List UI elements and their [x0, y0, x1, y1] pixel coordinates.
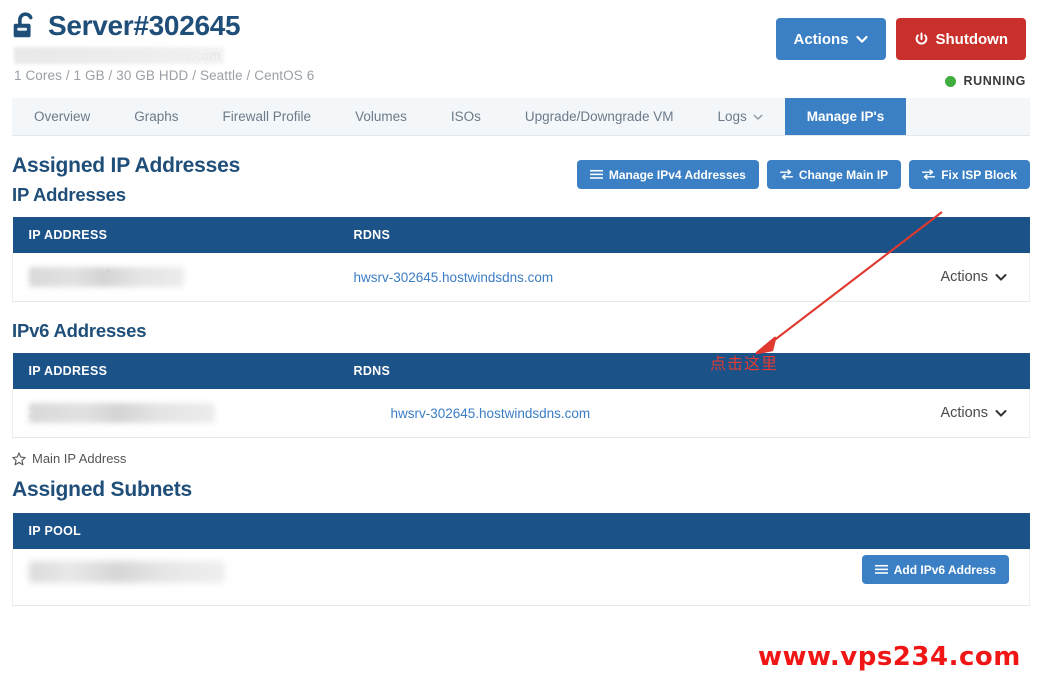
ipv4-table: IP ADDRESS RDNS 169.140.22 hwsrv-302645.… [12, 217, 1030, 302]
ipv6-addresses-subtitle: IPv6 Addresses [12, 320, 147, 341]
ipv4-table-head: IP ADDRESS RDNS [12, 217, 1030, 253]
rdns-link[interactable]: hwsrv-302645.hostwindsdns.com [354, 270, 554, 285]
actions-button[interactable]: Actions [775, 18, 886, 60]
tab-firewall-profile[interactable]: Firewall Profile [201, 98, 334, 135]
ip-address-value: 169.140.22 [29, 267, 338, 287]
cell-actions: Actions [814, 389, 1030, 438]
assigned-ip-header-row: Assigned IP Addresses IP Addresses Manag… [12, 154, 1030, 206]
ip-pool-value: Add IPv6 Address [29, 549, 1013, 605]
tab-manage-ips[interactable]: Manage IP's [784, 98, 907, 135]
row-actions-dropdown[interactable]: Actions [940, 405, 1007, 421]
status-badge: RUNNING [945, 74, 1026, 88]
power-icon [915, 32, 927, 44]
column-header-actions [814, 353, 1030, 389]
cell-rdns: hwsrv-302645.hostwindsdns.com [337, 389, 815, 438]
table-header-row: IP ADDRESS RDNS [12, 217, 1030, 253]
tab-label: Volumes [355, 109, 407, 124]
rdns-link[interactable]: hwsrv-302645.hostwindsdns.com [391, 406, 591, 421]
cell-actions: Actions [814, 253, 1030, 302]
row-actions-dropdown[interactable]: Actions [940, 269, 1007, 285]
column-header-actions [814, 217, 1030, 253]
manage-ipv4-addresses-button[interactable]: Manage IPv4 Addresses [576, 160, 759, 189]
ipv6-table-body: 2a hwsrv-302645.hostwindsdns.com Actions [12, 389, 1030, 438]
ipv6-table-head: IP ADDRESS RDNS [12, 353, 1030, 389]
subnets-table-body: Add IPv6 Address [12, 549, 1030, 606]
column-header-ip-pool: IP POOL [12, 513, 1030, 549]
button-label: Fix ISP Block [941, 167, 1017, 182]
table-row: 2a hwsrv-302645.hostwindsdns.com Actions [12, 389, 1030, 438]
cell-ip-pool: Add IPv6 Address [12, 549, 1030, 606]
assigned-subnets-title: Assigned Subnets [12, 478, 192, 501]
tab-overview[interactable]: Overview [12, 98, 112, 135]
chevron-down-icon [995, 410, 1007, 417]
tab-label: Logs [717, 109, 747, 124]
list-icon [874, 564, 888, 574]
page-title: Server#302645 [48, 10, 241, 41]
tab-upgrade-downgrade-vm[interactable]: Upgrade/Downgrade VM [503, 98, 696, 135]
table-header-row: IP POOL [12, 513, 1030, 549]
ip-pool-redaction [29, 561, 225, 583]
ip-toolbar: Manage IPv4 Addresses Change Main IP Fix… [576, 160, 1030, 189]
subnets-table-head: IP POOL [12, 513, 1030, 549]
table-row: Add IPv6 Address [12, 549, 1030, 606]
header-action-buttons: Actions Shutdown [775, 18, 1026, 60]
tab-label: ISOs [450, 109, 481, 124]
status-dot-icon [945, 75, 957, 87]
star-outline-icon [12, 451, 26, 465]
button-label: Change Main IP [798, 167, 889, 182]
tab-label: Overview [34, 109, 91, 124]
main-content: Assigned IP Addresses IP Addresses Manag… [0, 154, 1042, 606]
page-header: Server#302645 sdns.com 1 Cores / 1 GB / … [0, 0, 1042, 88]
table-row: 169.140.22 hwsrv-302645.hostwindsdns.com… [12, 253, 1030, 302]
column-header-ip-address: IP ADDRESS [12, 217, 338, 253]
shutdown-button[interactable]: Shutdown [895, 18, 1026, 60]
tab-logs[interactable]: Logs [695, 98, 784, 135]
unlock-icon [13, 12, 33, 38]
chevron-down-icon [855, 35, 868, 43]
row-actions-label: Actions [940, 405, 988, 421]
ip-address-redaction [29, 403, 215, 423]
server-specs: 1 Cores / 1 GB / 30 GB HDD / Seattle / C… [14, 68, 315, 83]
tab-isos[interactable]: ISOs [429, 98, 503, 135]
tab-label: Firewall Profile [222, 109, 312, 124]
column-header-rdns: RDNS [337, 217, 815, 253]
watermark: www.vps234.com [758, 642, 1021, 672]
add-ipv6-address-button[interactable]: Add IPv6 Address [861, 555, 1009, 584]
button-label: Manage IPv4 Addresses [608, 167, 746, 182]
cell-rdns: hwsrv-302645.hostwindsdns.com [337, 253, 815, 302]
callout-text: 点击这里 [710, 354, 779, 373]
tab-volumes[interactable]: Volumes [333, 98, 429, 135]
subnets-table: IP POOL Add IPv6 Address [12, 513, 1030, 606]
status-label: RUNNING [963, 74, 1026, 88]
tab-label: Upgrade/Downgrade VM [524, 109, 674, 124]
ip-address-value: 2a [29, 403, 338, 423]
table-header-row: IP ADDRESS RDNS [12, 353, 1030, 389]
legend-label: Main IP Address [32, 451, 127, 466]
change-main-ip-button[interactable]: Change Main IP [766, 160, 902, 189]
page-root: Server#302645 sdns.com 1 Cores / 1 GB / … [0, 0, 1042, 680]
button-label: Add IPv6 Address [893, 562, 996, 577]
chevron-down-icon [753, 114, 763, 120]
ipv4-table-body: 169.140.22 hwsrv-302645.hostwindsdns.com… [12, 253, 1030, 302]
swap-icon [779, 169, 793, 180]
swap-icon [922, 169, 936, 180]
actions-button-label: Actions [793, 30, 849, 48]
tab-label: Graphs [134, 109, 179, 124]
column-header-ip-address: IP ADDRESS [12, 353, 338, 389]
cell-ip-address: 169.140.22 [12, 253, 338, 302]
main-ip-legend: Main IP Address [12, 451, 1030, 466]
tab-bar: Overview Graphs Firewall Profile Volumes… [12, 98, 1030, 136]
ipv6-table: IP ADDRESS RDNS 2a hwsrv-302645.hostwind… [12, 353, 1030, 438]
list-icon [589, 169, 603, 179]
shutdown-button-label: Shutdown [935, 30, 1008, 48]
tab-label: Manage IP's [806, 109, 885, 124]
tab-graphs[interactable]: Graphs [112, 98, 200, 135]
fix-isp-block-button[interactable]: Fix ISP Block [909, 160, 1030, 189]
chevron-down-icon [995, 274, 1007, 281]
row-actions-label: Actions [940, 269, 988, 285]
ip-address-redaction [29, 267, 184, 287]
cell-ip-address: 2a [12, 389, 338, 438]
hostname-redaction [14, 47, 224, 64]
